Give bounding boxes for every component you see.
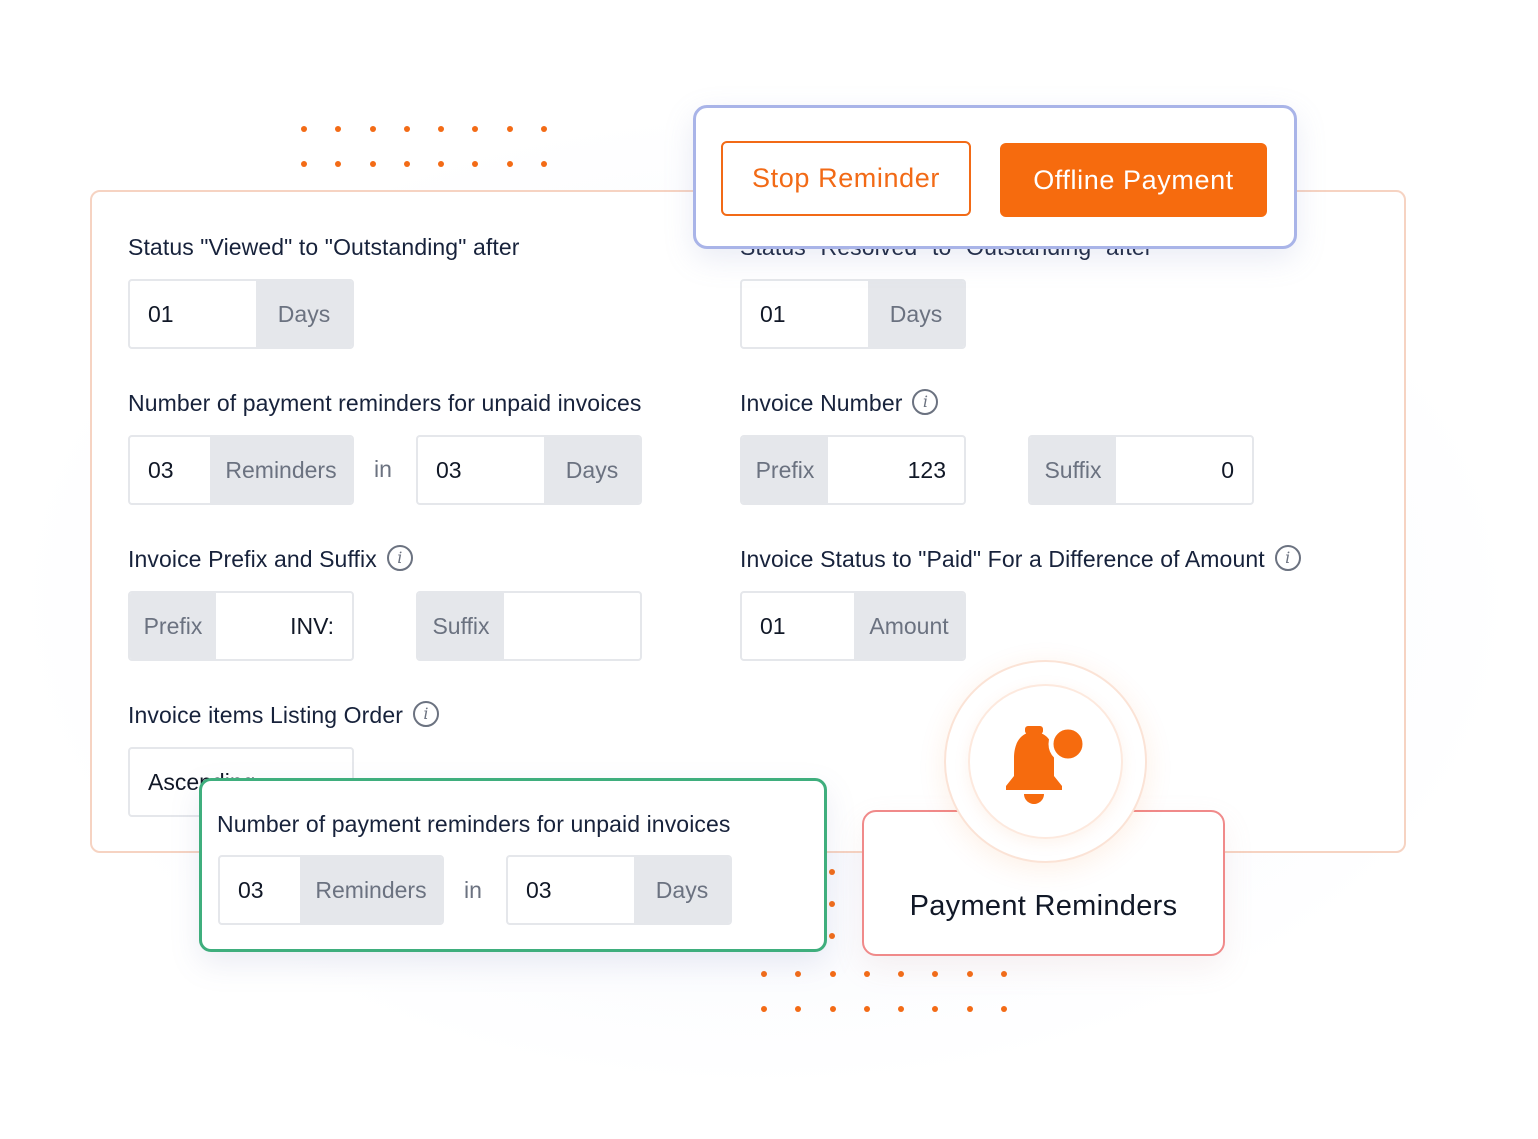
reminders-count-label: Number of payment reminders for unpaid i… bbox=[128, 390, 642, 416]
invoice-number-label: Invoice Number i bbox=[740, 388, 939, 418]
reminders-days-value[interactable]: 03 bbox=[418, 437, 544, 503]
paid-difference-unit: Amount bbox=[854, 593, 964, 659]
paid-difference-label: Invoice Status to "Paid" For a Differenc… bbox=[740, 544, 1301, 574]
paid-difference-label-text: Invoice Status to "Paid" For a Differenc… bbox=[740, 546, 1265, 572]
payment-reminders-title: Payment Reminders bbox=[909, 890, 1178, 922]
invoice-suffix-value[interactable] bbox=[504, 593, 640, 659]
invoice-suffix-addon: Suffix bbox=[418, 593, 504, 659]
prefix-suffix-label-text: Invoice Prefix and Suffix bbox=[128, 546, 377, 572]
resolved-days-unit: Days bbox=[868, 281, 964, 347]
invoice-number-suffix-addon: Suffix bbox=[1030, 437, 1116, 503]
invoice-number-prefix-field[interactable]: Prefix 123 bbox=[740, 435, 966, 505]
bell-notification-icon bbox=[1005, 724, 1087, 804]
highlight-reminders-days-unit: Days bbox=[634, 857, 730, 923]
highlight-reminders-days-value[interactable]: 03 bbox=[508, 857, 634, 923]
info-icon[interactable]: i bbox=[386, 544, 413, 571]
invoice-number-prefix-value[interactable]: 123 bbox=[828, 437, 964, 503]
listing-order-label-text: Invoice items Listing Order bbox=[128, 702, 403, 728]
invoice-number-suffix-value[interactable]: 0 bbox=[1116, 437, 1252, 503]
invoice-suffix-field[interactable]: Suffix bbox=[416, 591, 642, 661]
highlight-reminders-count-field[interactable]: 03 Reminders bbox=[218, 855, 444, 925]
highlight-reminders-count-unit: Reminders bbox=[300, 857, 442, 923]
reminders-count-value[interactable]: 03 bbox=[130, 437, 210, 503]
info-icon[interactable]: i bbox=[412, 700, 439, 727]
highlight-in-text: in bbox=[464, 877, 482, 903]
invoice-prefix-field[interactable]: Prefix INV: bbox=[128, 591, 354, 661]
viewed-to-outstanding-label: Status "Viewed" to "Outstanding" after bbox=[128, 234, 520, 260]
reminders-highlight-popup: Number of payment reminders for unpaid i… bbox=[199, 778, 827, 952]
reminders-in-text: in bbox=[374, 456, 392, 482]
invoice-prefix-value[interactable]: INV: bbox=[216, 593, 352, 659]
resolved-days-field[interactable]: 01 Days bbox=[740, 279, 966, 349]
invoice-number-label-text: Invoice Number bbox=[740, 390, 903, 416]
action-popup: Stop Reminder Offline Payment bbox=[693, 105, 1297, 249]
prefix-suffix-label: Invoice Prefix and Suffix i bbox=[128, 544, 413, 574]
decorative-dots-bottom bbox=[761, 971, 1035, 1012]
info-icon[interactable]: i bbox=[1274, 544, 1301, 571]
bell-badge-inner bbox=[968, 684, 1123, 839]
reminders-days-field[interactable]: 03 Days bbox=[416, 435, 642, 505]
reminders-count-field[interactable]: 03 Reminders bbox=[128, 435, 354, 505]
highlight-reminders-count-value[interactable]: 03 bbox=[220, 857, 300, 923]
resolved-days-value[interactable]: 01 bbox=[742, 281, 868, 347]
invoice-number-suffix-field[interactable]: Suffix 0 bbox=[1028, 435, 1254, 505]
decorative-dots-top bbox=[301, 126, 575, 167]
viewed-days-value[interactable]: 01 bbox=[130, 281, 256, 347]
listing-order-label: Invoice items Listing Order i bbox=[128, 700, 439, 730]
invoice-prefix-addon: Prefix bbox=[130, 593, 216, 659]
paid-difference-field[interactable]: 01 Amount bbox=[740, 591, 966, 661]
offline-payment-button[interactable]: Offline Payment bbox=[1000, 143, 1267, 217]
decorative-dots-column bbox=[829, 869, 835, 939]
invoice-number-prefix-addon: Prefix bbox=[742, 437, 828, 503]
reminders-count-unit: Reminders bbox=[210, 437, 352, 503]
reminders-days-unit: Days bbox=[544, 437, 640, 503]
viewed-days-field[interactable]: 01 Days bbox=[128, 279, 354, 349]
viewed-days-unit: Days bbox=[256, 281, 352, 347]
bell-badge bbox=[944, 660, 1147, 863]
highlight-reminders-days-field[interactable]: 03 Days bbox=[506, 855, 732, 925]
info-icon[interactable]: i bbox=[912, 388, 939, 415]
highlight-reminders-label: Number of payment reminders for unpaid i… bbox=[217, 811, 731, 837]
paid-difference-value[interactable]: 01 bbox=[742, 593, 854, 659]
stop-reminder-button[interactable]: Stop Reminder bbox=[721, 141, 971, 216]
